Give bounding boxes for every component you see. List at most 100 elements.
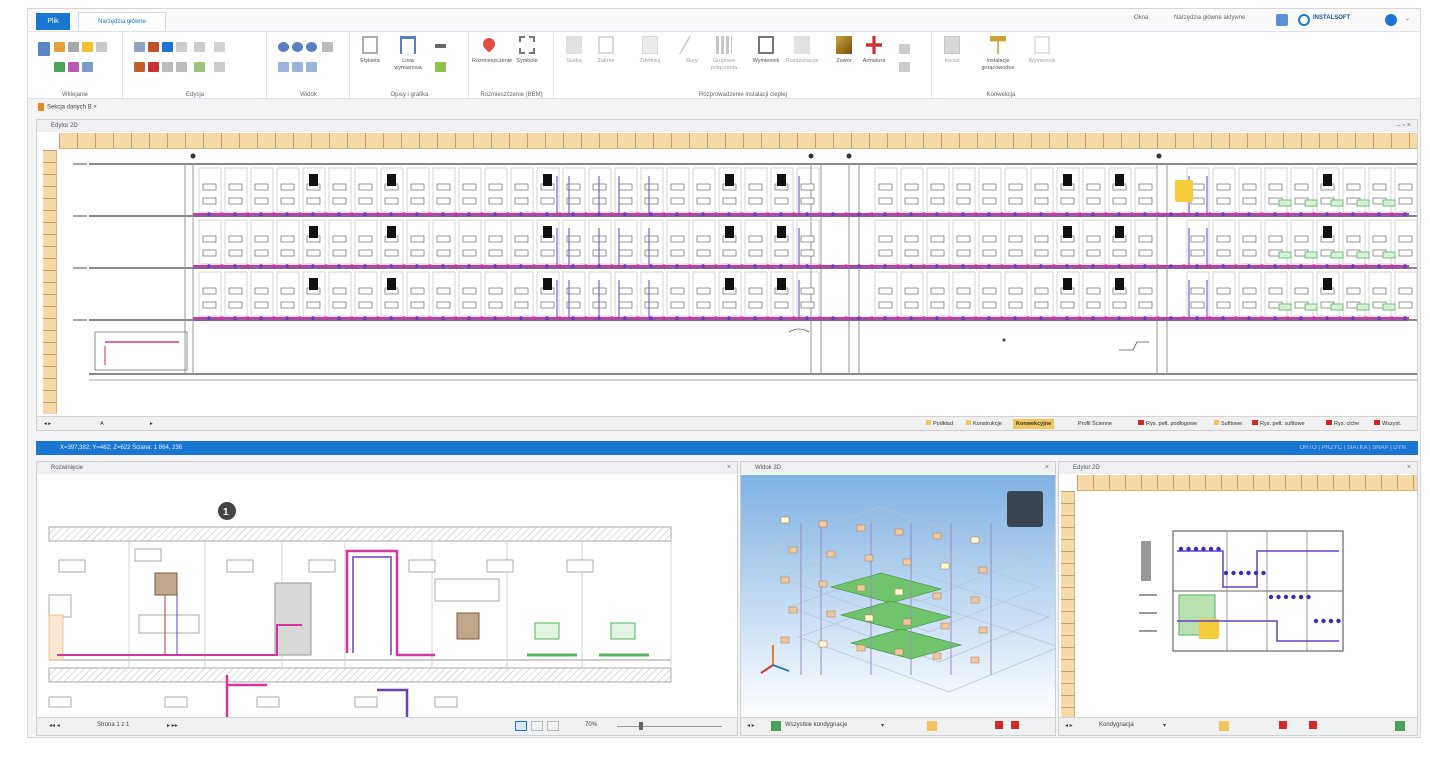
clipboard-icon[interactable] [68, 42, 79, 52]
page-next-icon[interactable]: ▸ ▸▸ [167, 722, 178, 729]
help-icon[interactable] [1385, 14, 1397, 26]
rotate-icon[interactable] [176, 42, 187, 52]
define-button[interactable]: Zdefiniuj [637, 36, 663, 82]
layer-tab[interactable]: Konwekcyjne [1013, 419, 1055, 429]
repeat-icon[interactable] [82, 62, 93, 72]
pipes-button[interactable]: Rury [678, 36, 706, 82]
grid-page-icon[interactable] [547, 721, 559, 731]
layer-tab[interactable]: Rys. pełt. sufitowe [1249, 419, 1308, 429]
zoom-slider[interactable] [617, 726, 722, 727]
exchanger-button[interactable]: Wymiennik [753, 36, 779, 82]
pane-close-icon[interactable]: × [1045, 462, 1049, 474]
dropdown-arrow-icon[interactable]: ▾ [881, 722, 884, 729]
misc-icon[interactable] [899, 44, 910, 54]
floor-plan-mini[interactable] [1077, 491, 1417, 717]
placement-button[interactable]: Rozmieszczenie [472, 35, 512, 82]
floor-drawing[interactable] [59, 150, 1417, 414]
color-mode-icon[interactable] [927, 721, 937, 731]
windows-menu[interactable]: Okna [1134, 15, 1148, 21]
text-icon[interactable] [435, 62, 446, 72]
select-icon[interactable] [134, 42, 145, 52]
layer-tab[interactable]: Podkład [923, 419, 956, 429]
trim-icon[interactable] [134, 62, 145, 72]
remove-icon[interactable] [148, 62, 159, 72]
layer-tab[interactable]: Rys. ciche [1323, 419, 1362, 429]
array-icon[interactable] [214, 42, 225, 52]
line-icon[interactable] [435, 44, 446, 48]
remove-pipes-icon[interactable] [995, 721, 1003, 729]
range-button[interactable]: Zakres [593, 36, 619, 82]
paste-icon[interactable] [38, 42, 50, 56]
copy-icon[interactable] [54, 42, 65, 52]
groups-button[interactable]: Grupowe połączenia [711, 36, 737, 82]
format-icon[interactable] [82, 42, 93, 52]
cut-icon[interactable] [96, 42, 107, 52]
remove-icon[interactable] [1279, 721, 1287, 729]
delete-icon[interactable] [148, 42, 159, 52]
group-icon[interactable] [194, 62, 205, 72]
remove-all-icon[interactable] [1011, 721, 1019, 729]
undo-icon[interactable] [54, 62, 65, 72]
scroll-right-icon[interactable]: ▸ [147, 419, 156, 429]
isometric-model[interactable] [741, 475, 1055, 718]
radiator-symbol [930, 197, 945, 205]
exchange-button[interactable]: Wymiennik [1029, 36, 1055, 82]
save-icon[interactable] [1276, 14, 1288, 26]
page-nav-icon[interactable]: ◂◂ ◂ [49, 722, 60, 729]
close-icon[interactable]: × [93, 105, 97, 111]
document-tab[interactable]: Sekcja danych B × [38, 103, 97, 111]
fittings-button[interactable]: Armatura [861, 36, 887, 82]
storey-dropdown[interactable]: Wszystkie kondygnacje [785, 722, 847, 728]
mirror-icon[interactable] [194, 42, 205, 52]
style-menu[interactable]: Narzędzia główne aktywne [1174, 15, 1245, 21]
group-label: Widok [300, 92, 317, 98]
zoom-ext-icon[interactable] [306, 62, 317, 72]
single-page-icon[interactable] [515, 721, 527, 731]
nav-icon[interactable]: ◂ ▸ [747, 722, 755, 729]
label-button[interactable]: Etykieta [357, 36, 383, 82]
symbols-button[interactable]: Symbole [514, 36, 540, 82]
zoom-in-icon[interactable] [278, 42, 289, 52]
offset-icon[interactable] [162, 62, 173, 72]
collectors-button[interactable]: Rozdzielacze [786, 36, 818, 82]
remove-all-icon[interactable] [1309, 721, 1317, 729]
zoom-slider-thumb[interactable] [639, 722, 643, 730]
grid-button[interactable]: Siatka [561, 36, 587, 82]
ribbon-collapse-icon[interactable]: ⌄ [1405, 15, 1410, 22]
home-tab[interactable]: Narzędzia główne [78, 12, 166, 31]
install-button[interactable]: Instalacje gorącowodne [981, 36, 1015, 82]
zoom-all-icon[interactable] [322, 42, 333, 52]
layer-icon[interactable] [1219, 721, 1229, 731]
refresh-icon[interactable] [1395, 721, 1405, 731]
zoom-window-icon[interactable] [306, 42, 317, 52]
redo-icon[interactable] [68, 62, 79, 72]
stretch-icon[interactable] [176, 62, 187, 72]
boiler-button[interactable]: Kocioł [939, 36, 965, 82]
ungroup-icon[interactable] [214, 62, 225, 72]
dropdown-arrow-icon[interactable]: ▾ [1163, 722, 1166, 729]
misc2-icon[interactable] [899, 62, 910, 72]
nav-icon[interactable]: ◂ ▸ [1065, 722, 1073, 729]
radiator-symbol [514, 235, 529, 243]
valve-button[interactable]: Zawór [831, 36, 857, 82]
pipe-node [870, 212, 874, 216]
two-page-icon[interactable] [531, 721, 543, 731]
zoom-out-icon[interactable] [292, 42, 303, 52]
floor-dropdown[interactable]: Kondygnacja [1099, 722, 1134, 728]
elevation-drawing[interactable]: 1 [37, 475, 737, 718]
move-icon[interactable] [162, 42, 173, 52]
pane-close-icon[interactable]: × [1407, 462, 1411, 474]
zoom-prev-icon[interactable] [292, 62, 303, 72]
pane-close-icon[interactable]: × [727, 462, 731, 474]
layer-tab[interactable]: Rys. pełt. podłogowe [1135, 419, 1200, 429]
scroll-left-icon[interactable]: ◂ ▸ [41, 419, 54, 429]
file-tab[interactable]: Plik [36, 13, 70, 30]
dimension-button[interactable]: Linia wymiarowa [394, 36, 422, 82]
layer-tab[interactable]: Profil Ścienne [1075, 419, 1115, 429]
layer-tab[interactable]: Sufitowe [1211, 419, 1245, 429]
pipe-node [428, 264, 432, 268]
layer-tab[interactable]: Konstrukcje [963, 419, 1005, 429]
pane-controls-icon[interactable]: – ▫ × [1397, 120, 1411, 132]
layer-tab[interactable]: Wszyst. [1371, 419, 1404, 429]
pan-icon[interactable] [278, 62, 289, 72]
